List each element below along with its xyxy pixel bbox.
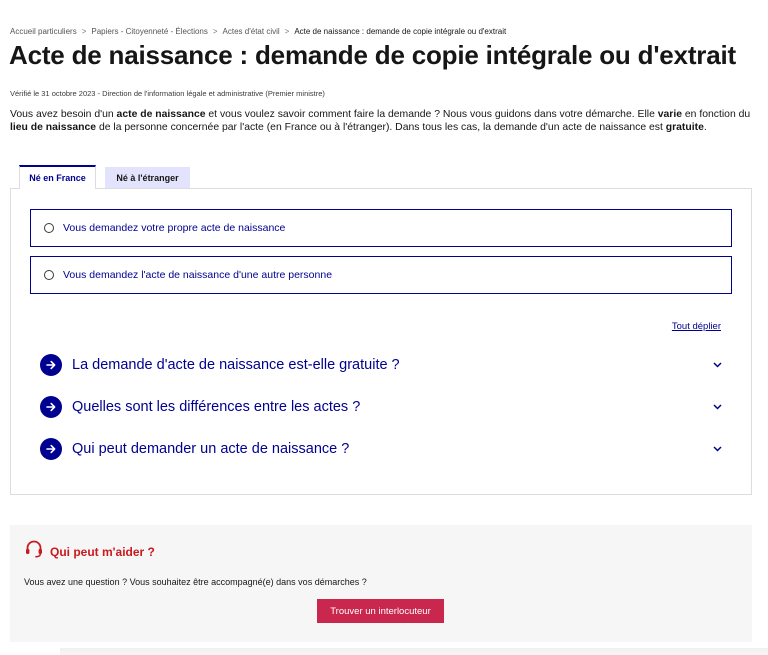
accordion-who-can-request[interactable]: Qui peut demander un acte de naissance ? xyxy=(40,436,723,462)
radio-icon[interactable] xyxy=(44,270,54,280)
tab-born-in-france[interactable]: Né en France xyxy=(19,165,96,189)
intro-bold: gratuite xyxy=(665,122,704,133)
intro-text: et vous voulez savoir comment faire la d… xyxy=(205,109,658,120)
expand-all-link[interactable]: Tout déplier xyxy=(672,321,721,332)
tab-born-abroad[interactable]: Né à l'étranger xyxy=(105,167,190,189)
intro-text: . xyxy=(703,122,707,133)
tab-panel: Vous demandez votre propre acte de naiss… xyxy=(10,188,752,495)
help-text: Vous avez une question ? Vous souhaitez … xyxy=(24,577,367,587)
intro-bold: lieu de naissance xyxy=(10,122,97,133)
choice-label: Vous demandez votre propre acte de naiss… xyxy=(63,222,286,234)
accordion-title: Quelles sont les différences entre les a… xyxy=(72,399,361,415)
help-header: Qui peut m'aider ? xyxy=(24,540,155,563)
radio-icon[interactable] xyxy=(44,223,54,233)
intro-bold: varie xyxy=(657,109,683,120)
arrow-right-icon xyxy=(40,396,62,418)
accordion-title: Qui peut demander un acte de naissance ? xyxy=(72,441,350,457)
intro-text: Vous avez besoin d'un xyxy=(10,109,117,120)
breadcrumb-link-civil-status[interactable]: Actes d'état civil xyxy=(223,27,280,36)
help-title: Qui peut m'aider ? xyxy=(50,544,155,559)
arrow-right-icon xyxy=(40,438,62,460)
verified-date: Vérifié le 31 octobre 2023 - Direction d… xyxy=(10,89,325,98)
find-contact-button[interactable]: Trouver un interlocuteur xyxy=(317,599,444,623)
breadcrumb-link-home[interactable]: Accueil particuliers xyxy=(10,27,77,36)
intro-bold: acte de naissance xyxy=(116,109,206,120)
choice-own-certificate[interactable]: Vous demandez votre propre acte de naiss… xyxy=(30,209,732,247)
breadcrumb-separator: > xyxy=(212,27,218,36)
page-title: Acte de naissance : demande de copie int… xyxy=(9,40,736,70)
accordion-differences[interactable]: Quelles sont les différences entre les a… xyxy=(40,394,723,420)
help-box: Qui peut m'aider ? Vous avez une questio… xyxy=(10,525,752,642)
breadcrumb-separator: > xyxy=(284,27,290,36)
intro-text: en fonction du xyxy=(682,109,751,120)
breadcrumb-link-papers[interactable]: Papiers - Citoyenneté - Élections xyxy=(91,27,208,36)
breadcrumb-separator: > xyxy=(81,27,87,36)
accordion-free-request[interactable]: La demande d'acte de naissance est-elle … xyxy=(40,352,723,378)
breadcrumb-current: Acte de naissance : demande de copie int… xyxy=(294,27,507,36)
intro-text: de la personne concernée par l'acte (en … xyxy=(96,122,666,133)
chevron-down-icon xyxy=(711,443,723,455)
breadcrumb: Accueil particuliers > Papiers - Citoyenne… xyxy=(10,27,506,36)
accordion-title: La demande d'acte de naissance est-elle … xyxy=(72,357,400,373)
choice-other-person-certificate[interactable]: Vous demandez l'acte de naissance d'une … xyxy=(30,256,732,294)
chevron-down-icon xyxy=(711,359,723,371)
intro-paragraph: Vous avez besoin d'un acte de naissance … xyxy=(10,108,760,134)
chevron-down-icon xyxy=(711,401,723,413)
arrow-right-icon xyxy=(40,354,62,376)
bottom-edge xyxy=(60,648,768,655)
choice-label: Vous demandez l'acte de naissance d'une … xyxy=(63,269,333,281)
headset-icon xyxy=(24,540,44,563)
